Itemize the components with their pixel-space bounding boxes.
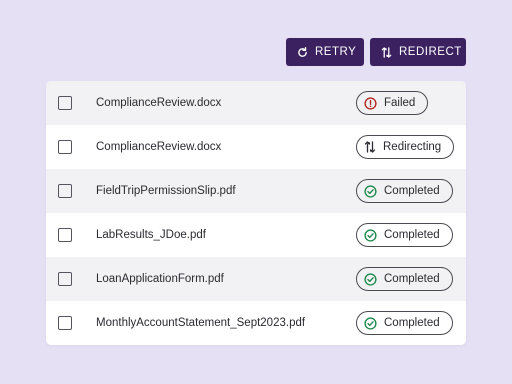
status-label: Completed — [384, 185, 440, 197]
redirect-label: REDIRECT — [399, 46, 462, 58]
table-row[interactable]: ComplianceReview.docx Redirecting — [46, 125, 466, 169]
status-badge: Completed — [356, 311, 453, 335]
table-row[interactable]: FieldTripPermissionSlip.pdf Completed — [46, 169, 466, 213]
status-label: Failed — [384, 97, 416, 109]
check-circle-icon — [364, 184, 377, 198]
toolbar: RETRY REDIRECT — [286, 38, 466, 66]
status-label: Redirecting — [383, 141, 442, 153]
status-badge: Completed — [356, 179, 453, 203]
row-checkbox[interactable] — [58, 272, 72, 286]
row-checkbox[interactable] — [58, 184, 72, 198]
status-label: Completed — [384, 317, 440, 329]
file-name: ComplianceReview.docx — [96, 97, 222, 109]
file-name: FieldTripPermissionSlip.pdf — [96, 185, 236, 197]
row-checkbox[interactable] — [58, 316, 72, 330]
file-name: LabResults_JDoe.pdf — [96, 229, 206, 241]
retry-button[interactable]: RETRY — [286, 38, 364, 66]
check-circle-icon — [364, 316, 377, 330]
status-badge: Redirecting — [356, 135, 455, 159]
check-circle-icon — [364, 272, 377, 286]
redirect-icon — [364, 141, 376, 153]
file-name: LoanApplicationForm.pdf — [96, 273, 224, 285]
row-checkbox[interactable] — [58, 140, 72, 154]
status-badge: Completed — [356, 267, 453, 291]
error-icon — [364, 96, 377, 110]
status-badge: Completed — [356, 223, 453, 247]
file-name: MonthlyAccountStatement_Sept2023.pdf — [96, 317, 306, 329]
retry-label: RETRY — [315, 46, 357, 58]
table-row[interactable]: ComplianceReview.docx Failed — [46, 81, 466, 125]
file-name: ComplianceReview.docx — [96, 141, 222, 153]
file-table: ComplianceReview.docx Failed ComplianceR… — [46, 81, 466, 345]
table-row[interactable]: MonthlyAccountStatement_Sept2023.pdf Com… — [46, 301, 466, 345]
row-checkbox[interactable] — [58, 96, 72, 110]
table-row[interactable]: LabResults_JDoe.pdf Completed — [46, 213, 466, 257]
check-circle-icon — [364, 228, 377, 242]
retry-icon — [297, 46, 308, 58]
status-badge: Failed — [356, 91, 429, 115]
redirect-button[interactable]: REDIRECT — [370, 38, 466, 66]
status-label: Completed — [384, 229, 440, 241]
redirect-icon — [381, 46, 392, 58]
table-row[interactable]: LoanApplicationForm.pdf Completed — [46, 257, 466, 301]
row-checkbox[interactable] — [58, 228, 72, 242]
status-label: Completed — [384, 273, 440, 285]
